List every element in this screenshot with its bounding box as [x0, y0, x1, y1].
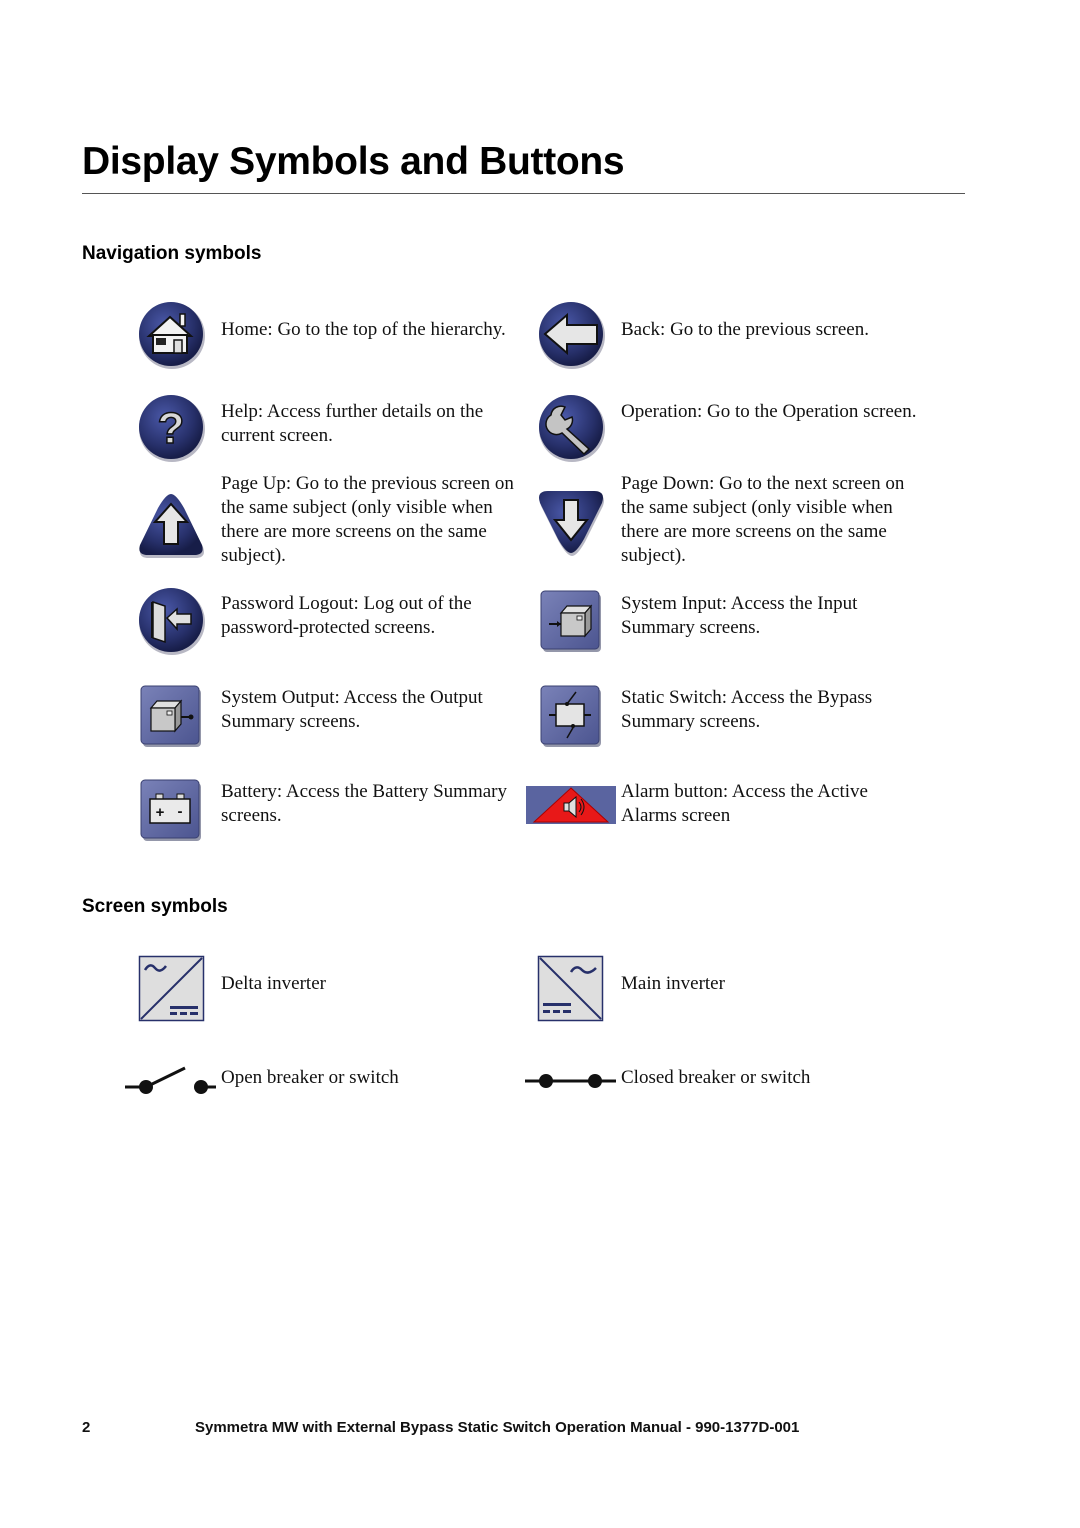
open-breaker-description: Open breaker or switch — [221, 1067, 399, 1088]
screen-symbols-heading: Screen symbols — [82, 896, 228, 917]
operation-description: Operation: Go to the Operation screen. — [621, 401, 917, 422]
home-icon — [137, 300, 207, 370]
wrench-icon — [537, 393, 607, 463]
footer-page-number: 2 — [82, 1419, 91, 1436]
svg-text:-: - — [178, 803, 183, 820]
static-switch-icon — [540, 685, 603, 748]
page-down-icon — [537, 488, 607, 558]
back-description: Back: Go to the previous screen. — [621, 319, 869, 340]
home-description: Home: Go to the top of the hierarchy. — [221, 319, 506, 340]
help-description: Help: Access further details on the curr… — [221, 401, 484, 446]
static-switch-description: Static Switch: Access the Bypass Summary… — [621, 687, 873, 732]
battery-icon: + - — [140, 779, 203, 842]
logout-icon — [137, 586, 207, 656]
footer-document-title: Symmetra MW with External Bypass Static … — [195, 1419, 800, 1436]
svg-text:?: ? — [158, 404, 185, 453]
system-input-icon — [540, 590, 603, 653]
system-output-icon — [140, 685, 203, 748]
closed-breaker-description: Closed breaker or switch — [621, 1067, 811, 1088]
logout-description: Password Logout: Log out of the password… — [221, 593, 472, 638]
delta-inverter-description: Delta inverter — [221, 973, 326, 994]
title-divider — [82, 193, 965, 194]
alarm-icon — [526, 786, 616, 824]
back-arrow-icon — [537, 300, 607, 370]
system-output-description: System Output: Access the Output Summary… — [221, 687, 483, 732]
alarm-description: Alarm button: Access the Active Alarms s… — [621, 781, 868, 826]
open-breaker-icon — [125, 1064, 217, 1100]
page-up-icon — [137, 492, 207, 562]
main-inverter-description: Main inverter — [621, 973, 725, 994]
navigation-symbols-heading: Navigation symbols — [82, 243, 262, 264]
svg-text:+: + — [156, 804, 165, 821]
page-up-description: Page Up: Go to the previous screen on th… — [221, 473, 514, 566]
closed-breaker-icon — [525, 1070, 617, 1094]
main-inverter-icon — [537, 955, 604, 1022]
page-down-description: Page Down: Go to the next screen on the … — [621, 473, 905, 566]
system-input-description: System Input: Access the Input Summary s… — [621, 593, 858, 638]
help-icon: ? — [137, 393, 207, 463]
page-title: Display Symbols and Buttons — [82, 140, 625, 183]
battery-description: Battery: Access the Battery Summary scre… — [221, 781, 507, 826]
delta-inverter-icon — [138, 955, 205, 1022]
